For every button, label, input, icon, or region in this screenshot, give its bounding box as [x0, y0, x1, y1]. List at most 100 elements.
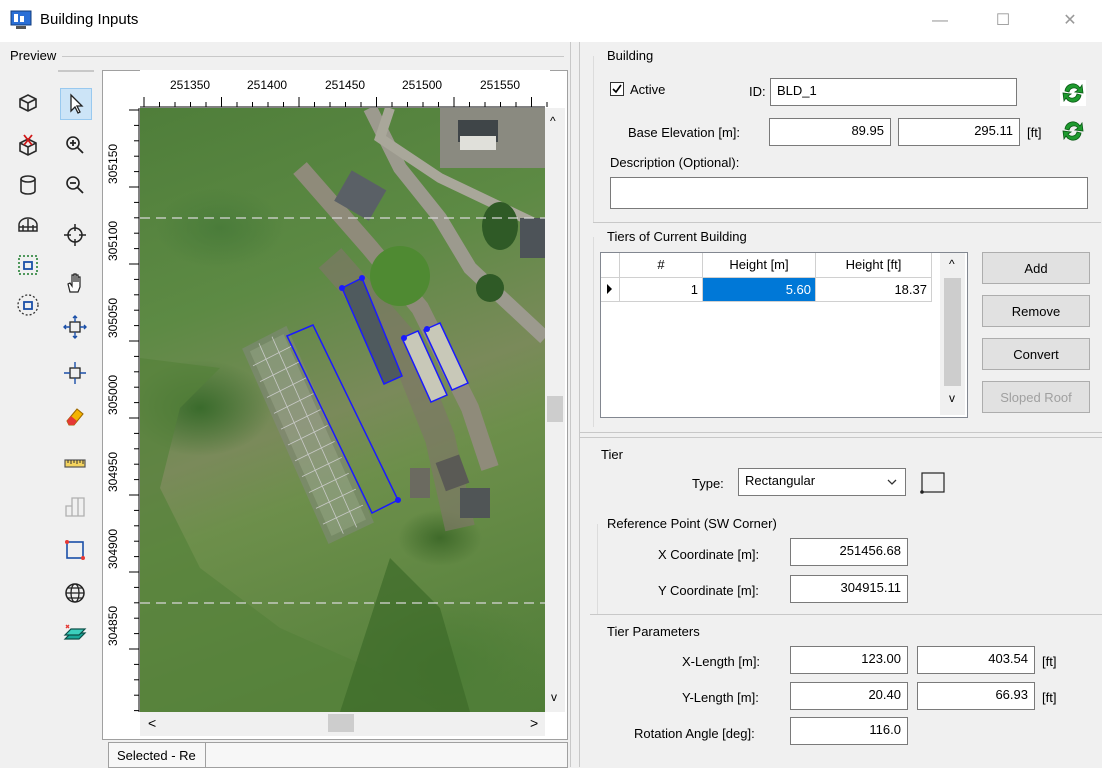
group-separator: [590, 614, 1102, 615]
fit-icon[interactable]: [60, 358, 90, 388]
snap-icon[interactable]: [60, 492, 90, 522]
ruler-icon[interactable]: [60, 448, 90, 478]
table-cell-number[interactable]: 1: [620, 278, 703, 302]
remove-tier-button[interactable]: Remove: [982, 295, 1090, 327]
status-bar: Selected - Re: [108, 742, 568, 768]
reference-point-title: Reference Point (SW Corner): [607, 516, 777, 531]
x-tick-label: 251400: [247, 78, 288, 92]
type-label: Type:: [692, 476, 724, 491]
y-tick-label: 305150: [106, 143, 120, 184]
cylinder-icon[interactable]: [13, 170, 43, 200]
y-tick-label: 304950: [106, 451, 120, 492]
y-coordinate-label: Y Coordinate [m]:: [658, 583, 759, 598]
scroll-up-arrow[interactable]: ^: [949, 257, 955, 271]
column-header[interactable]: Height [m]: [703, 253, 816, 278]
base-elevation-m-field[interactable]: 89.95: [769, 118, 891, 146]
building-tools: [8, 70, 48, 750]
y-axis-ruler: [129, 108, 140, 712]
rectangle-shape-icon[interactable]: [918, 470, 948, 496]
y-coordinate-field[interactable]: 304915.11: [790, 575, 908, 603]
x-length-m-field[interactable]: 123.00: [790, 646, 908, 674]
pointer-icon[interactable]: [60, 88, 92, 120]
group-border: [593, 56, 594, 222]
minimize-button[interactable]: —: [925, 8, 955, 34]
maximize-button[interactable]: ☐: [988, 8, 1018, 34]
toolbar-grip: [58, 70, 94, 72]
y-tick-label: 305100: [106, 220, 120, 261]
select-region-icon[interactable]: [13, 250, 43, 280]
active-label: Active: [630, 82, 666, 97]
map-drawing[interactable]: [140, 108, 545, 712]
column-header[interactable]: Height [ft]: [816, 253, 932, 278]
building-id-field[interactable]: BLD_1: [770, 78, 1017, 106]
grid-footprint: [242, 325, 374, 545]
building-3d-icon[interactable]: [13, 88, 43, 118]
tier-type-value: Rectangular: [745, 473, 816, 488]
status-divider: [205, 743, 206, 767]
zoom-extent-icon[interactable]: [60, 312, 90, 342]
x-tick-label: 251500: [402, 78, 443, 92]
base-elevation-ft-field[interactable]: 295.11: [898, 118, 1020, 146]
aerial-map[interactable]: [140, 108, 545, 712]
scroll-left-arrow[interactable]: <: [148, 715, 156, 731]
panel-splitter[interactable]: [570, 42, 580, 767]
description-label: Description (Optional):: [610, 155, 740, 170]
y-axis: 305150 305100 305050 305000 304950 30490…: [104, 108, 140, 712]
select-circle-icon[interactable]: [13, 290, 43, 320]
table-cell-height-m[interactable]: 5.60: [703, 278, 816, 302]
center-icon[interactable]: [60, 220, 90, 250]
scroll-thumb[interactable]: [328, 714, 354, 732]
group-border: [597, 524, 598, 614]
tier-parameters-title: Tier Parameters: [607, 624, 700, 639]
scroll-down-arrow[interactable]: v: [949, 391, 955, 405]
scroll-up-arrow[interactable]: ^: [550, 114, 556, 128]
zoom-out-icon[interactable]: [60, 170, 90, 200]
active-checkbox[interactable]: [610, 82, 624, 96]
description-field[interactable]: [610, 177, 1088, 209]
y-length-m-field[interactable]: 20.40: [790, 682, 908, 710]
table-cell-height-ft[interactable]: 18.37: [816, 278, 932, 302]
building-group-title: Building: [607, 48, 654, 63]
rectangle-draw-icon[interactable]: [60, 535, 90, 565]
x-length-ft-field[interactable]: 403.54: [917, 646, 1035, 674]
zoom-in-icon[interactable]: [60, 130, 90, 160]
ft-unit-label: [ft]: [1027, 125, 1042, 140]
map-vertical-scrollbar[interactable]: ^ v: [545, 108, 565, 712]
scroll-right-arrow[interactable]: >: [530, 715, 538, 731]
globe-icon[interactable]: [60, 578, 90, 608]
map-horizontal-scrollbar[interactable]: < >: [140, 712, 545, 736]
tier-type-select[interactable]: Rectangular: [738, 468, 906, 496]
x-tick-label: 251450: [325, 78, 366, 92]
y-tick-label: 305000: [106, 374, 120, 415]
x-axis-ruler: [140, 97, 548, 108]
convert-button[interactable]: Convert: [982, 338, 1090, 370]
eraser-icon[interactable]: [60, 400, 90, 430]
y-tick-label: 305050: [106, 297, 120, 338]
dome-icon[interactable]: [13, 210, 43, 240]
refresh-elevation-icon[interactable]: [1060, 118, 1086, 144]
scroll-thumb[interactable]: [944, 278, 961, 386]
add-tier-button[interactable]: Add: [982, 252, 1090, 284]
delete-building-icon[interactable]: [13, 130, 43, 160]
y-tick-label: 304850: [106, 605, 120, 646]
x-coordinate-field[interactable]: 251456.68: [790, 538, 908, 566]
map-tools: [52, 70, 98, 750]
tiers-table[interactable]: # Height [m] Height [ft] 1 5.60 18.37: [600, 252, 968, 418]
app-icon: [10, 10, 32, 29]
pan-hand-icon[interactable]: [60, 268, 90, 298]
layer-icon[interactable]: [60, 620, 90, 650]
title-bar: Building Inputs — ☐ ✕: [0, 0, 1102, 42]
y-length-ft-field[interactable]: 66.93: [917, 682, 1035, 710]
group-separator: [593, 222, 1101, 223]
scroll-down-arrow[interactable]: v: [551, 690, 557, 704]
x-axis: 251350 251400 251450 251500 251550: [140, 70, 550, 108]
y-length-label: Y-Length [m]:: [682, 690, 759, 705]
close-button[interactable]: ✕: [1055, 8, 1085, 34]
status-text: Selected - Re: [117, 748, 196, 763]
column-header[interactable]: #: [620, 253, 703, 278]
scroll-thumb[interactable]: [547, 396, 563, 422]
sloped-roof-button[interactable]: Sloped Roof: [982, 381, 1090, 413]
refresh-id-icon[interactable]: [1060, 80, 1086, 106]
rotation-angle-field[interactable]: 116.0: [790, 717, 908, 745]
row-indicator[interactable]: [601, 278, 620, 302]
